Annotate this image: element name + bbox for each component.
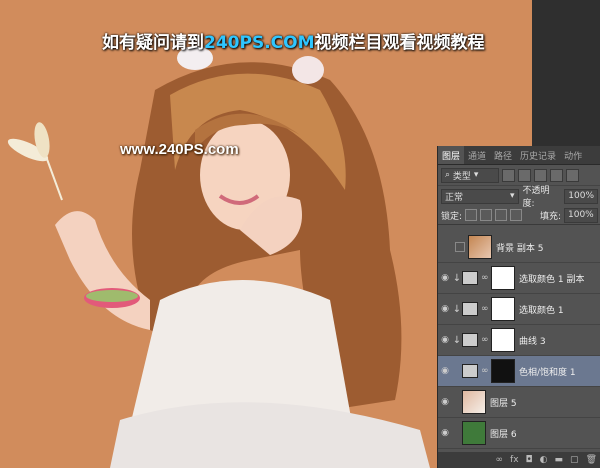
visibility-checkbox[interactable] — [455, 242, 465, 252]
visibility-eye-icon[interactable]: ◉ — [438, 366, 452, 376]
layer-mask-thumbnail — [491, 328, 515, 352]
banner-suffix: 视频栏目观看视频教程 — [314, 33, 485, 53]
visibility-eye-icon[interactable]: ◉ — [438, 242, 452, 252]
filter-adjustment-icon[interactable] — [518, 168, 531, 182]
site-watermark: www.240PS.com — [120, 141, 239, 158]
tab-history[interactable]: 历史记录 — [516, 146, 560, 164]
clipping-arrow-icon: ↓ — [452, 303, 462, 315]
layer-row[interactable]: ◉ ↓ ∞ 选取颜色 1 — [438, 294, 600, 325]
opacity-label: 不透明度: — [522, 186, 550, 209]
chain-link-icon: ∞ — [481, 273, 489, 283]
chevron-down-icon: ▾ — [510, 191, 515, 201]
layer-name: 背景 副本 5 — [496, 243, 544, 254]
layer-thumbnail — [468, 235, 492, 259]
layer-row[interactable]: ◉ 图层 6 — [438, 418, 600, 449]
layer-name: 选取颜色 1 副本 — [519, 274, 585, 285]
filter-kind-label: 类型 — [452, 171, 471, 182]
chain-link-icon: ∞ — [481, 335, 489, 345]
lock-all-icon[interactable] — [510, 209, 523, 221]
new-layer-icon[interactable]: ▢ — [570, 455, 579, 465]
fill-label: 填充: — [539, 211, 561, 222]
tutorial-banner: 如有疑问请到240PS.COM视频栏目观看视频教程 — [102, 28, 485, 53]
layer-mask-thumbnail — [491, 359, 515, 383]
lock-label: 锁定: — [441, 211, 463, 222]
selective-color-icon — [462, 271, 478, 285]
visibility-eye-icon[interactable]: ◉ — [438, 335, 452, 345]
lock-transparent-icon[interactable] — [465, 209, 478, 221]
panel-footer: ∞ fx ◘ ◐ ▬ ▢ 🗑 — [438, 452, 600, 468]
layer-thumbnail — [462, 421, 486, 445]
tab-channels[interactable]: 通道 — [464, 146, 490, 164]
banner-prefix: 如有疑问请到 — [102, 33, 204, 53]
layer-mask-thumbnail — [491, 297, 515, 321]
trash-icon[interactable]: 🗑 — [586, 455, 597, 465]
layer-list: ◉ 背景 副本 5 ◉ ↓ ∞ 选取颜色 1 副本 ◉ ↓ ∞ 选取颜色 1 ◉… — [438, 232, 600, 449]
layers-panel: 图层 通道 路径 历史记录 动作 ⌕ 类型 ▾ 正常 ▾ 不透明度: 100% … — [437, 146, 600, 468]
visibility-eye-icon[interactable]: ◉ — [438, 304, 452, 314]
hue-saturation-icon — [462, 364, 478, 378]
visibility-eye-icon[interactable]: ◉ — [438, 397, 452, 407]
lock-paint-icon[interactable] — [480, 209, 493, 221]
layer-mask-thumbnail — [491, 266, 515, 290]
layer-name: 图层 6 — [490, 429, 517, 440]
blend-row: 正常 ▾ 不透明度: 100% — [438, 186, 600, 209]
layer-thumbnail — [462, 390, 486, 414]
layer-row[interactable]: ◉ 图层 5 — [438, 387, 600, 418]
filter-type-icon[interactable] — [534, 168, 547, 182]
filter-kind-select[interactable]: ⌕ 类型 ▾ — [441, 167, 499, 183]
folder-icon[interactable]: ▬ — [555, 455, 564, 465]
curves-icon — [462, 333, 478, 347]
chain-link-icon: ∞ — [481, 366, 489, 376]
opacity-input[interactable]: 100% — [564, 188, 598, 204]
visibility-eye-icon[interactable]: ◉ — [438, 273, 452, 283]
link-icon[interactable]: ∞ — [496, 455, 504, 465]
clipping-arrow-icon: ↓ — [452, 272, 462, 284]
tab-actions[interactable]: 动作 — [560, 146, 586, 164]
fill-input[interactable]: 100% — [564, 207, 598, 223]
chain-link-icon: ∞ — [481, 304, 489, 314]
layer-row-selected[interactable]: ◉ ∞ 色相/饱和度 1 — [438, 356, 600, 387]
panel-tabs: 图层 通道 路径 历史记录 动作 — [438, 146, 600, 165]
clipping-arrow-icon: ↓ — [452, 334, 462, 346]
layer-row[interactable]: ◉ 背景 副本 5 — [438, 232, 600, 263]
layer-name: 图层 5 — [490, 398, 517, 409]
blend-mode-select[interactable]: 正常 ▾ — [441, 188, 519, 204]
selective-color-icon — [462, 302, 478, 316]
chevron-down-icon: ▾ — [473, 170, 479, 180]
banner-brand: 240PS.COM — [204, 33, 315, 53]
filter-smart-icon[interactable] — [566, 168, 579, 182]
mask-icon[interactable]: ◘ — [526, 455, 533, 465]
layer-name: 色相/饱和度 1 — [519, 367, 576, 378]
tab-layers[interactable]: 图层 — [438, 146, 465, 164]
adjustment-icon[interactable]: ◐ — [540, 455, 548, 465]
fx-icon[interactable]: fx — [510, 455, 519, 465]
layer-name: 曲线 3 — [519, 336, 546, 347]
layer-row[interactable]: ◉ ↓ ∞ 选取颜色 1 副本 — [438, 263, 600, 294]
tab-paths[interactable]: 路径 — [490, 146, 516, 164]
visibility-eye-icon[interactable]: ◉ — [438, 428, 452, 438]
layer-filter-row: ⌕ 类型 ▾ — [438, 165, 600, 186]
filter-shape-icon[interactable] — [550, 168, 563, 182]
blend-mode-value: 正常 — [445, 192, 464, 203]
layer-name: 选取颜色 1 — [519, 305, 564, 316]
lock-row: 锁定: 填充: 100% — [438, 206, 600, 225]
lock-move-icon[interactable] — [495, 209, 508, 221]
search-icon: ⌕ — [445, 170, 451, 180]
layer-row[interactable]: ◉ ↓ ∞ 曲线 3 — [438, 325, 600, 356]
filter-pixel-icon[interactable] — [502, 168, 515, 182]
